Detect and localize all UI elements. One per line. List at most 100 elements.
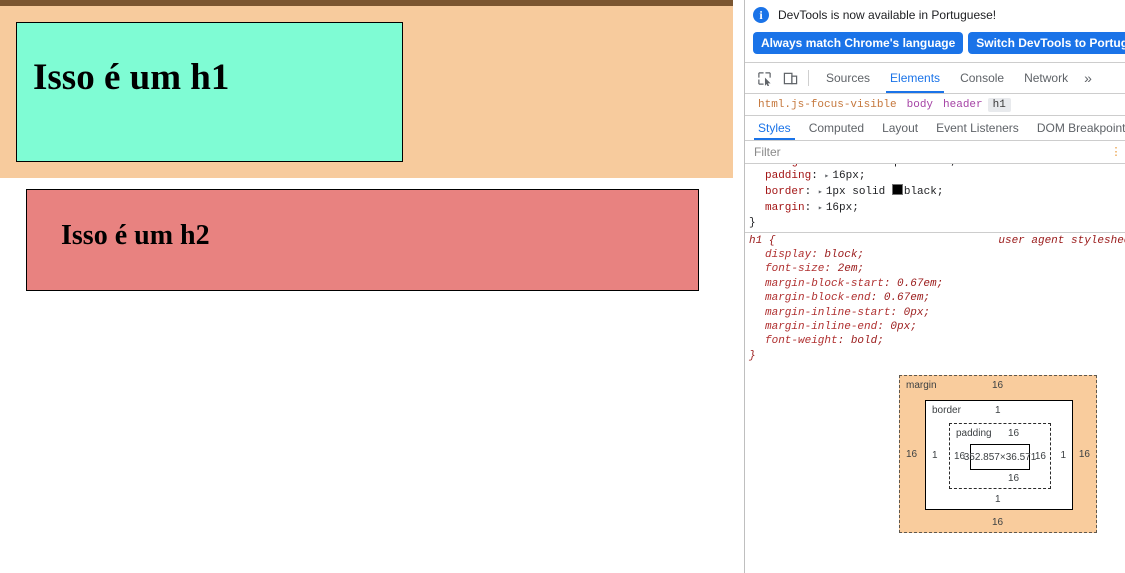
- page-header-element: Isso é um h1: [0, 6, 733, 178]
- css-rules-pane: background-color: aquamarine; padding: ▸…: [745, 164, 1125, 384]
- color-swatch-icon[interactable]: [891, 184, 903, 196]
- tab-dom-breakpoints[interactable]: DOM Breakpoints: [1028, 116, 1125, 140]
- notification-buttons-row: Always match Chrome's language Switch De…: [745, 32, 1125, 54]
- declaration-property: padding: [765, 170, 812, 182]
- tab-styles[interactable]: Styles: [749, 116, 800, 140]
- declaration-property: border: [765, 186, 805, 199]
- declaration-property: margin-block-end: [765, 292, 871, 305]
- border-top-value[interactable]: 1: [995, 405, 1001, 416]
- box-model-padding-label: padding: [956, 428, 992, 439]
- h1-element: Isso é um h1: [16, 22, 403, 162]
- declaration-margin-inline-end[interactable]: margin-inline-end: 0px;: [745, 320, 1125, 334]
- breadcrumb: html.js-focus-visible body header h1: [745, 94, 1125, 116]
- declaration-value[interactable]: 1px solid: [826, 186, 885, 198]
- declaration-value: 0.67em;: [883, 292, 931, 305]
- box-model-border-box: border 1 1 1 1 padding 16 16 16 16 352.8…: [925, 400, 1073, 510]
- toolbar-divider: [808, 70, 809, 86]
- declaration-border[interactable]: border: ▸ 1px solid black;: [745, 184, 1125, 200]
- styles-filter-input[interactable]: [745, 141, 1107, 163]
- declaration-property: margin-inline-end: [765, 321, 878, 334]
- expand-triangle-icon[interactable]: ▸: [818, 186, 826, 200]
- more-tabs-chevron-icon[interactable]: »: [1078, 63, 1098, 93]
- styles-sidebar-tabs: Styles Computed Layout Event Listeners D…: [745, 116, 1125, 141]
- box-model-border-label: border: [932, 405, 961, 416]
- declaration-font-size[interactable]: font-size: 2em;: [745, 262, 1125, 276]
- declaration-property: font-size: [765, 263, 825, 276]
- declaration-property: margin-inline-start: [765, 306, 891, 319]
- declaration-value: bold;: [850, 335, 884, 348]
- expand-triangle-icon[interactable]: ▸: [818, 202, 826, 216]
- h2-element: Isso é um h2: [26, 189, 699, 291]
- margin-top-value[interactable]: 16: [992, 380, 1003, 391]
- info-icon: i: [753, 7, 769, 23]
- declaration-property: margin: [765, 201, 805, 214]
- margin-left-value[interactable]: 16: [906, 449, 917, 460]
- box-model-margin-label: margin: [906, 380, 937, 391]
- devtools-panel: i DevTools is now available in Portugues…: [745, 0, 1125, 573]
- breadcrumb-item-body[interactable]: body: [902, 98, 938, 112]
- declaration-padding[interactable]: padding: ▸ 16px;: [745, 169, 1125, 184]
- switch-devtools-to-portuguese-button[interactable]: Switch DevTools to Portuguese: [968, 32, 1125, 54]
- declaration-property: font-weight: [765, 335, 838, 348]
- declaration-margin-block-end[interactable]: margin-block-end: 0.67em;: [745, 291, 1125, 305]
- box-model-diagram: margin 16 16 16 16 border 1 1 1 1 paddin…: [745, 368, 1125, 573]
- language-notification-bar: i DevTools is now available in Portugues…: [745, 0, 1125, 63]
- declaration-value: 2em;: [837, 263, 865, 276]
- rule-closing-brace: }: [749, 349, 756, 362]
- filter-options-icon[interactable]: ⋮: [1107, 142, 1125, 162]
- author-css-rule: padding: ▸ 16px; border: ▸ 1px solid black…: [745, 169, 1125, 231]
- declaration-value: block;: [824, 249, 865, 262]
- declaration-value[interactable]: 16px;: [826, 202, 859, 214]
- declaration-margin[interactable]: margin: ▸ 16px;: [745, 201, 1125, 216]
- inspect-element-icon[interactable]: [751, 65, 777, 91]
- page-viewport: Isso é um h1 Isso é um h2: [0, 0, 745, 573]
- tab-sources[interactable]: Sources: [816, 63, 880, 93]
- rule-separator: [745, 231, 1125, 233]
- tab-event-listeners[interactable]: Event Listeners: [927, 116, 1028, 140]
- always-match-chrome-language-button[interactable]: Always match Chrome's language: [753, 32, 964, 54]
- box-model-content-box[interactable]: 352.857×36.571: [964, 444, 1036, 470]
- breadcrumb-item-header[interactable]: header: [938, 98, 988, 112]
- declaration-font-weight[interactable]: font-weight: bold;: [745, 334, 1125, 348]
- declaration-value: 0.67em;: [897, 277, 944, 290]
- declaration-property: margin-block-start: [765, 277, 884, 290]
- tab-layout[interactable]: Layout: [873, 116, 927, 140]
- tab-network[interactable]: Network: [1014, 63, 1078, 93]
- tab-elements[interactable]: Elements: [880, 63, 950, 93]
- declaration-value: 0px;: [903, 306, 931, 319]
- declaration-property: display: [765, 249, 812, 262]
- declaration-margin-block-start[interactable]: margin-block-start: 0.67em;: [745, 277, 1125, 291]
- clipped-prop: background-color: [765, 164, 871, 168]
- tab-console[interactable]: Console: [950, 63, 1014, 93]
- user-agent-css-rule: h1 { user agent stylesheet display: bloc…: [745, 234, 1125, 364]
- device-toolbar-icon[interactable]: [777, 65, 803, 91]
- margin-right-value[interactable]: 16: [1079, 449, 1090, 460]
- h2-text: Isso é um h2: [61, 220, 210, 251]
- notification-message-row: i DevTools is now available in Portugues…: [745, 0, 1125, 30]
- notification-message: DevTools is now available in Portuguese!: [778, 8, 997, 22]
- declaration-color-name[interactable]: black;: [904, 186, 944, 198]
- declaration-display[interactable]: display: block;: [745, 248, 1125, 262]
- box-model-margin-box: margin 16 16 16 16 border 1 1 1 1 paddin…: [899, 375, 1097, 533]
- devtools-window: Isso é um h1 Isso é um h2 i DevTools is …: [0, 0, 1125, 573]
- devtools-toolbar: Sources Elements Console Network »: [745, 63, 1125, 94]
- padding-top-value[interactable]: 16: [1008, 428, 1019, 439]
- border-bottom-value[interactable]: 1: [995, 494, 1001, 505]
- breadcrumb-item-html[interactable]: html.js-focus-visible: [753, 98, 902, 112]
- breadcrumb-item-h1[interactable]: h1: [987, 97, 1011, 112]
- h1-text: Isso é um h1: [33, 57, 230, 98]
- padding-right-value[interactable]: 16: [1035, 451, 1046, 462]
- styles-filter-row: ⋮: [745, 141, 1125, 164]
- stylesheet-origin-label: user agent stylesheet: [998, 234, 1125, 247]
- declaration-value[interactable]: 16px;: [832, 170, 865, 182]
- padding-bottom-value[interactable]: 16: [1008, 473, 1019, 484]
- box-model-padding-box: padding 16 16 16 16 352.857×36.571: [949, 423, 1051, 489]
- tab-computed[interactable]: Computed: [800, 116, 873, 140]
- content-size-value[interactable]: 352.857×36.571: [964, 452, 1037, 463]
- border-left-value[interactable]: 1: [932, 450, 938, 461]
- declaration-margin-inline-start[interactable]: margin-inline-start: 0px;: [745, 306, 1125, 320]
- declaration-value: 0px;: [890, 321, 917, 334]
- border-right-value[interactable]: 1: [1060, 450, 1066, 461]
- rule-closing-brace: }: [749, 217, 756, 230]
- margin-bottom-value[interactable]: 16: [992, 517, 1003, 528]
